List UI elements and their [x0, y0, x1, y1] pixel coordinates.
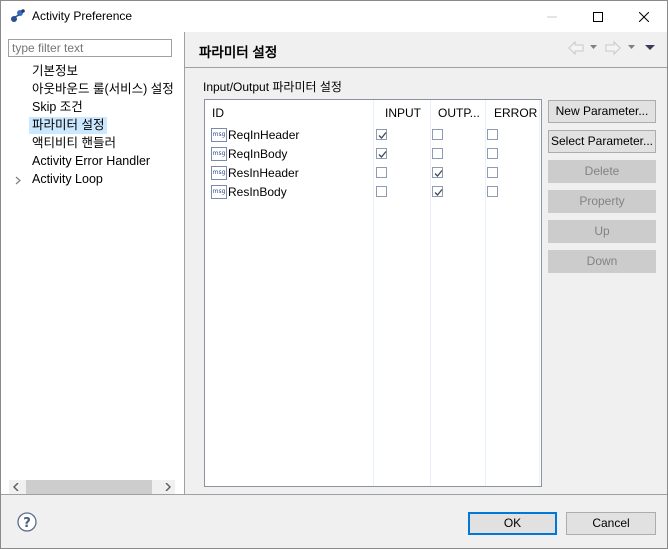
property-button[interactable]: Property	[548, 190, 656, 213]
input-checkbox[interactable]	[376, 186, 387, 197]
scroll-right-icon[interactable]	[165, 483, 171, 491]
up-button[interactable]: Up	[548, 220, 656, 243]
footer-divider	[1, 494, 667, 495]
error-checkbox[interactable]	[487, 167, 498, 178]
check-mark-icon	[378, 132, 387, 139]
tree-item-activity-handler[interactable]: 액티비티 핸들러	[29, 135, 119, 152]
check-mark-icon	[378, 151, 387, 158]
minimize-button[interactable]	[529, 1, 575, 32]
tree-item-activity-error-handler[interactable]: Activity Error Handler	[29, 153, 153, 170]
message-icon: msg	[211, 166, 227, 180]
table-row[interactable]: msg ResInHeader	[205, 164, 541, 183]
page-title: 파라미터 설정	[199, 45, 278, 60]
close-button[interactable]	[621, 1, 667, 32]
tree-item-outbound-rule[interactable]: 아웃바운드 룰(서비스) 설정	[29, 81, 177, 98]
table-row[interactable]: msg ReqInHeader	[205, 126, 541, 145]
check-mark-icon	[434, 170, 443, 177]
output-checkbox[interactable]	[432, 167, 443, 178]
parameter-id: ReqInBody	[228, 147, 288, 161]
window-title: Activity Preference	[32, 9, 133, 23]
back-arrow-icon[interactable]	[568, 40, 584, 56]
output-checkbox[interactable]	[432, 186, 443, 197]
error-checkbox[interactable]	[487, 129, 498, 140]
horizontal-scrollbar[interactable]	[9, 480, 175, 494]
column-header-error[interactable]: ERROR	[494, 106, 537, 120]
table-row[interactable]: msg ReqInBody	[205, 145, 541, 164]
input-checkbox[interactable]	[376, 148, 387, 159]
header-divider	[185, 67, 667, 68]
parameter-id: ResInHeader	[228, 166, 299, 180]
new-parameter-button[interactable]: New Parameter...	[548, 100, 656, 123]
tree-item-basic-info[interactable]: 기본정보	[29, 63, 81, 80]
tree-item-parameter-settings[interactable]: 파라미터 설정	[29, 117, 108, 134]
down-button[interactable]: Down	[548, 250, 656, 273]
forward-arrow-icon[interactable]	[605, 40, 621, 56]
forward-dropdown-icon[interactable]	[628, 45, 635, 61]
error-checkbox[interactable]	[487, 148, 498, 159]
parameter-table[interactable]: ID INPUT OUTP... ERROR msg ReqInHeader m…	[204, 99, 542, 487]
view-menu-icon[interactable]	[645, 45, 655, 61]
check-mark-icon	[434, 189, 443, 196]
column-header-output[interactable]: OUTP...	[438, 106, 480, 120]
input-checkbox[interactable]	[376, 129, 387, 140]
column-header-id[interactable]: ID	[212, 106, 224, 120]
output-checkbox[interactable]	[432, 129, 443, 140]
maximize-icon	[593, 11, 603, 22]
table-row[interactable]: msg ResInBody	[205, 183, 541, 202]
tree-item-skip-condition[interactable]: Skip 조건	[29, 99, 86, 116]
scrollbar-thumb[interactable]	[26, 480, 152, 494]
back-dropdown-icon[interactable]	[590, 45, 597, 61]
output-checkbox[interactable]	[432, 148, 443, 159]
minimize-icon	[547, 16, 557, 17]
maximize-button[interactable]	[575, 1, 621, 32]
dialog-window: Activity Preference 기본정보 아웃바운드 룰(서비스) 설정…	[0, 0, 668, 549]
help-icon[interactable]: ?	[17, 512, 37, 532]
svg-text:?: ?	[23, 516, 31, 531]
preference-page: 파라미터 설정 Input/Output 파라미터 설정 ID INPUT OU…	[185, 32, 667, 494]
error-checkbox[interactable]	[487, 186, 498, 197]
filter-input[interactable]	[8, 39, 172, 57]
scroll-left-icon[interactable]	[13, 483, 19, 491]
title-bar: Activity Preference	[1, 1, 667, 32]
tree-item-activity-loop[interactable]: Activity Loop	[29, 171, 106, 188]
expand-chevron-icon[interactable]	[15, 176, 22, 185]
column-header-input[interactable]: INPUT	[385, 106, 421, 120]
ok-button[interactable]: OK	[468, 512, 557, 535]
app-icon	[11, 9, 25, 22]
delete-button[interactable]: Delete	[548, 160, 656, 183]
parameter-id: ReqInHeader	[228, 128, 300, 142]
parameter-id: ResInBody	[228, 185, 287, 199]
select-parameter-button[interactable]: Select Parameter...	[548, 130, 656, 153]
preference-tree-panel: 기본정보 아웃바운드 룰(서비스) 설정 Skip 조건 파라미터 설정 액티비…	[1, 32, 185, 494]
message-icon: msg	[211, 185, 227, 199]
message-icon: msg	[211, 128, 227, 142]
cancel-button[interactable]: Cancel	[566, 512, 656, 535]
group-label: Input/Output 파라미터 설정	[203, 80, 342, 94]
close-icon	[639, 11, 649, 22]
input-checkbox[interactable]	[376, 167, 387, 178]
message-icon: msg	[211, 147, 227, 161]
